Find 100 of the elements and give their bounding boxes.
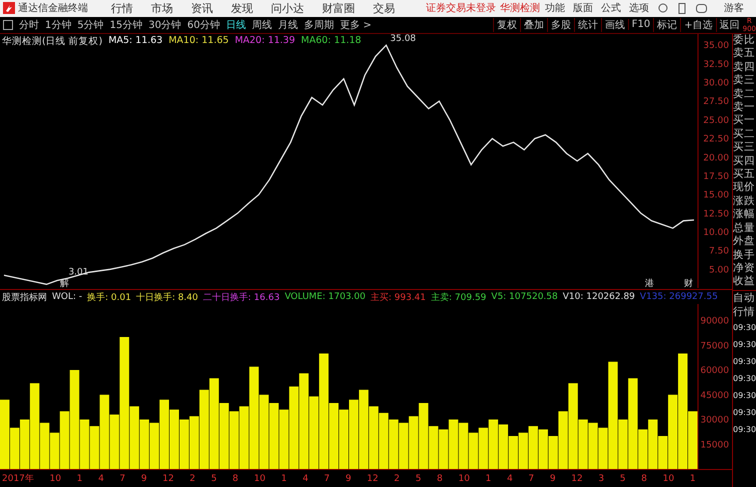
bell-icon[interactable]: [658, 3, 668, 14]
time-axis-label: 10: [50, 474, 62, 484]
app-logo-icon: [3, 2, 15, 14]
chart-title: 华测检测(日线 前复权): [2, 35, 102, 48]
volume-bar: [408, 416, 418, 469]
stock-link[interactable]: 华测检测: [500, 1, 540, 16]
side-label[interactable]: 行情: [733, 305, 756, 319]
volume-bar: [279, 410, 289, 469]
menu-item[interactable]: 市场: [151, 0, 173, 16]
time-axis-label: 10: [458, 474, 470, 484]
quote-label: 买一: [733, 114, 756, 128]
panel-toggle-icon[interactable]: [3, 20, 13, 30]
quote-label: 买三: [733, 141, 756, 155]
price-axis-label: 5.00: [708, 265, 729, 276]
indicator-reading: WOL: -: [52, 292, 82, 302]
chart-tool-button[interactable]: 叠加: [520, 18, 547, 32]
chart-tool-button[interactable]: 复权: [492, 18, 520, 32]
chart-tool-button[interactable]: 返回: [716, 18, 743, 32]
side-label: 09:30: [733, 373, 756, 385]
event-marker[interactable]: 解: [60, 279, 69, 288]
price-axis-label: 22.50: [703, 134, 729, 145]
high-price-label: 35.08: [390, 34, 416, 44]
volume-axis-label: 30000: [700, 416, 729, 426]
chart-tool-button[interactable]: F10: [628, 19, 654, 30]
price-axis-label: 35.00: [703, 41, 729, 52]
menu-item[interactable]: 行情: [111, 0, 133, 16]
quote-label: 卖四: [733, 60, 756, 74]
moving-average-reading: MA20: 11.39: [234, 35, 296, 48]
tool-menu-item[interactable]: 功能: [545, 1, 565, 16]
side-label: 09:30: [733, 424, 756, 436]
menu-item[interactable]: 资讯: [191, 0, 213, 16]
period-tab[interactable]: 分时: [19, 18, 39, 32]
volume-bar: [170, 410, 179, 469]
period-tab[interactable]: 日线: [226, 18, 246, 32]
period-tab[interactable]: 15分钟: [110, 18, 142, 32]
period-tab[interactable]: 5分钟: [77, 18, 104, 32]
period-tab[interactable]: 月线: [278, 18, 298, 32]
price-axis-label: 30.00: [703, 78, 729, 89]
period-tab[interactable]: 1分钟: [45, 18, 72, 32]
period-tab[interactable]: 更多 >: [340, 18, 372, 32]
price-axis-label: 10.00: [703, 228, 729, 238]
period-tab[interactable]: 多周期: [304, 18, 334, 32]
event-marker[interactable]: 港: [645, 279, 654, 288]
login-notice[interactable]: 证券交易未登录: [426, 1, 496, 16]
quote-label: 卖二: [733, 88, 756, 101]
tool-menu-item[interactable]: 选项: [629, 1, 649, 16]
quote-label: 总量: [733, 222, 756, 236]
quote-label: 收益: [733, 275, 756, 289]
price-axis-label: 32.50: [703, 60, 729, 70]
period-tab[interactable]: 30分钟: [148, 18, 182, 32]
time-axis-label: 2: [394, 474, 400, 484]
indicator-reading: 二十日换手: 16.63: [203, 292, 280, 304]
chart-tool-button[interactable]: 多股: [546, 18, 574, 32]
indicator-reading: 主买: 993.41: [370, 292, 426, 304]
menu-item[interactable]: 发现: [231, 0, 253, 16]
time-axis-label: 2017年: [2, 472, 34, 485]
indicator-reading: VOLUME: 1703.00: [284, 292, 366, 302]
chart-tool-button[interactable]: 画线: [600, 18, 628, 32]
volume-bar: [488, 420, 498, 469]
chart-tool-button[interactable]: +自选: [680, 18, 716, 32]
time-axis-label: 8: [436, 474, 443, 484]
quote-label: 净资: [733, 262, 756, 276]
chart-tool-button[interactable]: 统计: [574, 18, 601, 32]
time-axis-label: 9: [141, 474, 147, 484]
quote-label: 买二: [733, 128, 756, 142]
volume-axis-label: 75000: [700, 341, 729, 352]
period-tab[interactable]: 周线: [252, 18, 272, 32]
user-label[interactable]: 游客: [724, 1, 744, 16]
volume-bar: [518, 432, 528, 469]
indicator-reading: V10: 120262.89: [562, 292, 635, 302]
volume-bar: [508, 436, 518, 469]
tool-menu-item[interactable]: 公式: [601, 1, 621, 16]
volume-bar: [448, 420, 458, 469]
time-axis-label: 5: [415, 474, 422, 484]
indicator-name[interactable]: 股票指标网: [2, 290, 47, 304]
time-axis-label: 4: [302, 474, 308, 484]
app-title: 通达信金融终端: [18, 2, 88, 16]
price-axis-label: 27.50: [703, 97, 729, 108]
side-label: 09:30: [733, 390, 756, 402]
time-axis-label: 9: [550, 474, 556, 484]
price-axis-label: 17.50: [703, 172, 729, 182]
quote-label: 卖五: [733, 47, 756, 61]
time-axis-label: 12: [162, 474, 174, 484]
period-tab[interactable]: 60分钟: [187, 18, 220, 32]
time-axis-label: 1: [690, 474, 696, 484]
menu-item[interactable]: 财富圈: [322, 0, 355, 16]
chart-tool-button[interactable]: 标记: [653, 18, 680, 32]
menu-item[interactable]: 交易: [373, 0, 395, 16]
side-label[interactable]: 自动: [733, 291, 756, 305]
moving-average-reading: MA5: 11.63: [108, 35, 163, 48]
phone-icon[interactable]: [678, 2, 686, 14]
indicator-reading: 换手: 0.01: [87, 292, 132, 304]
message-icon[interactable]: [696, 4, 707, 13]
event-marker[interactable]: 财: [684, 279, 693, 288]
side-label: 09:30: [733, 322, 756, 334]
volume-axis-label: 60000: [700, 366, 729, 376]
time-axis-label: 7: [528, 474, 534, 484]
menu-item[interactable]: 问小达: [271, 0, 304, 16]
moving-average-reading: MA60: 11.18: [301, 35, 362, 48]
tool-menu-item[interactable]: 版面: [573, 1, 593, 16]
